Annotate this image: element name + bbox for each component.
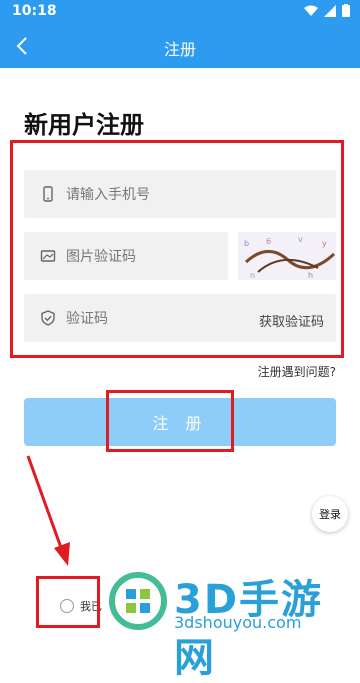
agreement-row[interactable]: 我已: [60, 598, 102, 614]
help-link[interactable]: 注册遇到问题?: [258, 363, 336, 380]
sms-code-field[interactable]: 验证码 获取验证码: [24, 294, 336, 342]
svg-text:v: v: [298, 235, 303, 244]
status-time: 10:18: [12, 3, 57, 19]
battery-icon: [342, 4, 350, 17]
phone-placeholder: 请输入手机号: [66, 187, 150, 203]
get-code-button[interactable]: 获取验证码: [259, 311, 324, 330]
agreement-text: 我已: [80, 600, 102, 613]
captcha-graphic: b 6 v y n h: [244, 235, 336, 280]
phone-field[interactable]: 请输入手机号: [24, 170, 336, 218]
signal-icon: [324, 4, 336, 17]
agreement-radio[interactable]: [60, 599, 74, 613]
captcha-image[interactable]: b 6 v y n h: [238, 232, 336, 280]
watermark-logo-icon: [109, 572, 167, 630]
wifi-icon: [304, 5, 318, 16]
sms-code-placeholder: 验证码: [66, 311, 108, 327]
status-bar: 10:18: [0, 0, 360, 24]
annotation-arrow: [26, 455, 70, 566]
site-watermark: 3D手游网 3dshouyou.com: [100, 565, 360, 681]
register-button[interactable]: 注 册: [24, 398, 336, 446]
page-title: 注册: [163, 40, 196, 59]
svg-text:b: b: [244, 239, 249, 248]
phone-icon: [43, 186, 53, 202]
status-icons: [304, 4, 350, 17]
captcha-placeholder: 图片验证码: [66, 249, 136, 265]
shield-icon: [41, 310, 55, 326]
watermark-url: 3dshouyou.com: [174, 613, 302, 632]
svg-text:y: y: [322, 239, 327, 248]
captcha-field[interactable]: 图片验证码: [24, 232, 228, 280]
form-heading: 新用户注册: [24, 111, 144, 139]
svg-text:6: 6: [266, 237, 271, 246]
image-icon: [40, 250, 56, 262]
svg-text:h: h: [308, 271, 313, 280]
app-bar: 注册: [0, 24, 360, 68]
svg-text:n: n: [250, 271, 255, 280]
login-button[interactable]: 登录: [312, 496, 348, 532]
